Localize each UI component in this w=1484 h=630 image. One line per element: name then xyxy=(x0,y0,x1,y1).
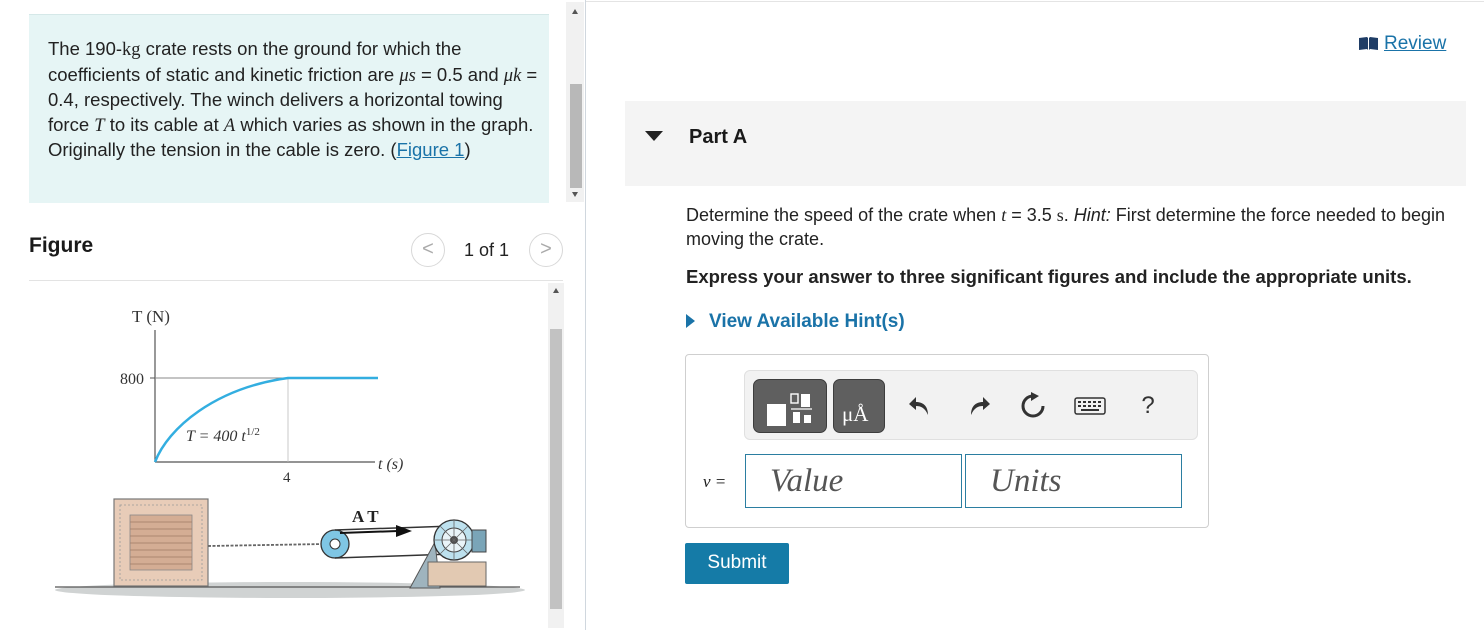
redo-icon xyxy=(971,397,990,415)
hint-word: Hint: xyxy=(1073,205,1111,225)
crate xyxy=(113,498,209,587)
scroll-up-arrow-icon[interactable] xyxy=(553,288,559,293)
variable-label: v = xyxy=(703,472,726,492)
problem-text-part: = 0.5 and xyxy=(415,63,504,85)
force-arrow xyxy=(339,530,399,534)
belt-top xyxy=(334,525,454,531)
help-button[interactable]: ? xyxy=(1133,391,1163,421)
variable-symbol: v = xyxy=(703,472,727,491)
collapse-caret-icon[interactable] xyxy=(645,131,663,141)
templates-button[interactable] xyxy=(753,379,827,433)
review-link[interactable]: Review xyxy=(1358,33,1446,55)
question-text: Determine the speed of the crate when t … xyxy=(686,203,1476,251)
x-tick-label: 4 xyxy=(283,470,291,486)
point-symbol: A xyxy=(223,115,236,136)
left-pane: The 190-kg crate rests on the ground for… xyxy=(0,0,586,630)
x-axis-label: t (s) xyxy=(378,456,403,473)
winch-base xyxy=(427,561,487,587)
mu-s-symbol: μs xyxy=(399,65,416,86)
figure-title: Figure xyxy=(29,234,94,257)
question-text-part: . xyxy=(1063,205,1074,225)
y-tick-label: 800 xyxy=(120,371,144,388)
figure-divider xyxy=(29,280,563,281)
units-symbol-icon: μÅ xyxy=(842,402,869,426)
time-unit: s xyxy=(1056,205,1064,225)
point-labels: A T xyxy=(352,507,379,526)
next-figure-button[interactable]: > xyxy=(529,233,563,267)
scrollbar-thumb[interactable] xyxy=(570,84,582,188)
mass-unit: kg xyxy=(122,40,141,60)
problem-text-part: to its cable at xyxy=(104,113,224,135)
value-input[interactable]: Value xyxy=(745,454,962,508)
chevron-right-icon: > xyxy=(540,238,552,260)
question-text-part: Determine the speed of the crate when xyxy=(686,205,1002,225)
undo-icon xyxy=(909,397,928,415)
winch-drum xyxy=(433,519,487,561)
previous-figure-button[interactable]: < xyxy=(411,233,445,267)
problem-text: The 190-kg crate rests on the ground for… xyxy=(48,37,538,163)
top-rule xyxy=(586,1,1484,2)
part-title: Part A xyxy=(689,126,748,148)
tension-curve xyxy=(153,376,378,463)
problem-text-part: ) xyxy=(464,139,471,161)
figure-counter: 1 of 1 xyxy=(464,240,510,260)
units-input[interactable]: Units xyxy=(965,454,1182,508)
reset-button[interactable] xyxy=(1018,391,1048,421)
mu-k-symbol: μk xyxy=(503,65,522,86)
scrollbar-thumb[interactable] xyxy=(550,329,562,609)
curve-label: T = 400 t1/2 xyxy=(186,426,260,445)
force-symbol: T xyxy=(94,115,105,136)
keyboard-icon xyxy=(1074,397,1106,415)
part-a-header[interactable]: Part A xyxy=(625,101,1466,186)
book-icon xyxy=(1359,37,1378,50)
problem-scrollbar[interactable] xyxy=(566,2,584,202)
hints-link-label: View Available Hint(s) xyxy=(709,311,905,332)
scroll-up-arrow-icon[interactable] xyxy=(572,9,578,14)
figure-image: T (N) 800 T = 400 t1/2 4 t (s) A T xyxy=(55,307,525,598)
templates-icon xyxy=(767,393,812,426)
undo-button[interactable] xyxy=(905,391,935,421)
view-hints-link[interactable]: View Available Hint(s) xyxy=(686,311,905,333)
scroll-down-arrow-icon[interactable] xyxy=(572,192,578,197)
figure-link[interactable]: Figure 1 xyxy=(397,139,465,160)
problem-statement-box: The 190-kg crate rests on the ground for… xyxy=(29,14,549,203)
redo-button[interactable] xyxy=(964,391,994,421)
expand-triangle-icon xyxy=(686,314,695,328)
review-label: Review xyxy=(1384,33,1447,54)
submit-button[interactable]: Submit xyxy=(685,543,789,584)
chevron-left-icon: < xyxy=(422,238,434,260)
answer-instruction: Express your answer to three significant… xyxy=(686,266,1412,287)
units-button[interactable]: μÅ xyxy=(833,379,885,433)
math-toolbar: μÅ ? xyxy=(744,370,1198,440)
problem-text-part: The 190- xyxy=(48,38,123,59)
cable xyxy=(207,543,326,547)
reset-icon xyxy=(1021,392,1045,418)
keyboard-button[interactable] xyxy=(1073,391,1107,421)
answer-box: μÅ ? v = Value Units xyxy=(685,354,1209,528)
question-text-part: = 3.5 xyxy=(1006,205,1057,225)
y-axis-label: T (N) xyxy=(132,307,170,326)
figure-scrollbar[interactable] xyxy=(548,283,564,628)
pane-splitter[interactable] xyxy=(585,0,586,630)
